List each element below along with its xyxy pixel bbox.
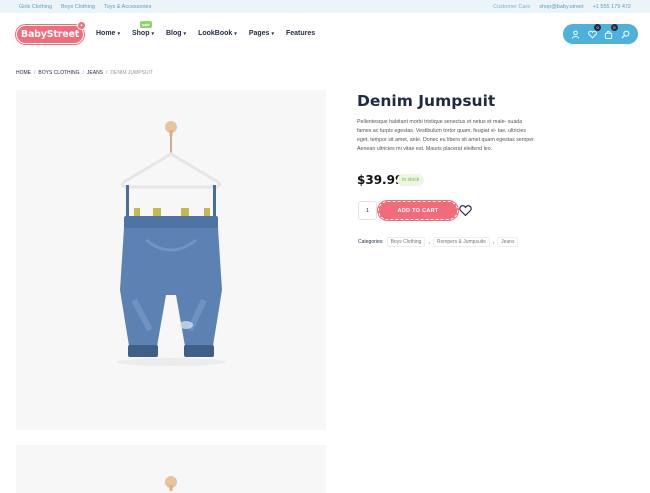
contact-phone-link[interactable]: +1 555 179 472 (593, 4, 631, 10)
cart-count: 0 (610, 24, 618, 31)
logo[interactable]: BabyStreet ✦ (16, 21, 86, 44)
nav-features-label: Features (285, 30, 316, 37)
hanger-peg-illustration (165, 476, 177, 491)
bag-icon[interactable]: 0 (603, 24, 618, 40)
chevron-down-icon: ▾ (271, 30, 274, 37)
category-separator: , (492, 239, 495, 245)
breadcrumb-current: DENIM JUMPSUIT (110, 70, 153, 76)
top-link-toys[interactable]: Toys & Accessories (104, 4, 151, 10)
top-links: Girls Clothing Boys Clothing Toys & Acce… (19, 4, 151, 10)
product-categories: Categories: Boys Clothing , Rompers & Ju… (358, 237, 519, 247)
top-link-girls[interactable]: Girls Clothing (19, 4, 52, 10)
stock-badge: In stock (397, 174, 425, 186)
nav-lookbook-label: LookBook (198, 30, 233, 37)
nav-lookbook[interactable]: LookBook ▾ (198, 30, 237, 37)
nav-home-label: Home (96, 30, 116, 37)
product-image-secondary[interactable] (16, 445, 326, 493)
categories-label: Categories: (358, 239, 384, 245)
nav-blog-label: Blog (165, 30, 182, 37)
quantity-input[interactable]: 1 (358, 201, 377, 220)
nav-features[interactable]: Features (286, 30, 315, 37)
jumpsuit-illustration (116, 121, 226, 366)
nav-pages-label: Pages (248, 30, 270, 37)
wishlist-heart-icon[interactable]: 0 (586, 24, 602, 40)
logo-text: BabyStreet (20, 29, 80, 40)
product-image-main[interactable] (16, 90, 326, 430)
nav-shop-label: Shop (131, 30, 150, 37)
add-to-wishlist-heart-icon[interactable] (459, 204, 472, 217)
chevron-down-icon: ▾ (117, 30, 120, 37)
top-bar: Girls Clothing Boys Clothing Toys & Acce… (0, 0, 650, 13)
nav-shop[interactable]: sale Shop ▾ (131, 21, 154, 37)
header-icon-bar: 0 0 (563, 24, 638, 44)
breadcrumb-jeans[interactable]: JEANS (87, 70, 103, 76)
category-link-boys-clothing[interactable]: Boys Clothing (386, 237, 426, 247)
contact-info: Customer Care shop@baby.street +1 555 17… (493, 4, 631, 10)
nav-home[interactable]: Home ▾ (96, 30, 120, 37)
nav-pages[interactable]: Pages ▾ (249, 30, 274, 37)
logo-dot-icon: ✦ (77, 21, 86, 30)
category-separator: , (428, 239, 430, 245)
add-to-cart-button[interactable]: ADD TO CART (378, 201, 458, 220)
breadcrumb-separator: / (34, 70, 36, 76)
breadcrumb-boys-clothing[interactable]: BOYS CLOTHING (38, 70, 79, 76)
customer-care-label: Customer Care (493, 3, 531, 10)
wishlist-count: 0 (594, 24, 602, 31)
top-link-boys[interactable]: Boys Clothing (61, 4, 95, 10)
product-description: Pellentesque habitant morbi tristique se… (357, 119, 536, 152)
contact-email-link[interactable]: shop@baby.street (539, 4, 583, 10)
breadcrumb-home[interactable]: HOME (16, 70, 31, 76)
search-icon[interactable] (620, 28, 632, 40)
user-icon[interactable] (569, 28, 581, 40)
chevron-down-icon: ▾ (183, 30, 187, 37)
chevron-down-icon: ▾ (151, 30, 154, 37)
main-nav: Home ▾ sale Shop ▾ Blog ▾ LookBook ▾ Pag… (96, 21, 315, 37)
chevron-down-icon: ▾ (234, 30, 237, 37)
sale-badge: sale (139, 21, 152, 28)
breadcrumb: HOME / BOYS CLOTHING / JEANS / DENIM JUM… (16, 70, 153, 76)
site-header: BabyStreet ✦ Home ▾ sale Shop ▾ Blog ▾ L… (0, 13, 650, 57)
breadcrumb-separator: / (106, 70, 108, 76)
breadcrumb-separator: / (82, 70, 84, 76)
nav-blog[interactable]: Blog ▾ (166, 30, 186, 37)
category-link-rompers[interactable]: Rompers & Jumpsuits (432, 237, 490, 247)
product-title: Denim Jumpsuit (357, 92, 496, 110)
category-link-jeans[interactable]: Jeans (497, 237, 519, 247)
